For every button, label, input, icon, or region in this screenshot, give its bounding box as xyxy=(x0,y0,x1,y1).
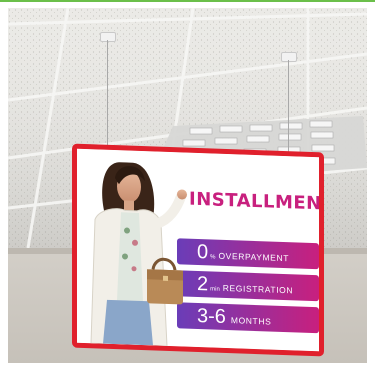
overpayment-unit: % xyxy=(210,254,216,261)
registration-label: REGISTRATION xyxy=(222,282,294,296)
months-row: 3-6 MONTHS xyxy=(197,303,324,334)
overpayment-label: OVERPAYMENT xyxy=(218,250,289,264)
registration-unit: min xyxy=(210,286,220,293)
hanging-wire-right xyxy=(288,60,289,160)
ceiling-mount-left xyxy=(100,32,116,42)
registration-row: 2 min REGISTRATION xyxy=(197,271,324,302)
overpayment-value: 0 xyxy=(197,240,209,264)
overpayment-row: 0 % OVERPAYMENT xyxy=(197,239,324,270)
months-label: MONTHS xyxy=(230,315,272,327)
installment-sign: INSTALLMENT 0 % OVERPAYMENT 2 min REGIST… xyxy=(72,143,324,357)
ceiling-mount-right xyxy=(281,52,297,62)
image-frame: INSTALLMENT 0 % OVERPAYMENT 2 min REGIST… xyxy=(0,0,375,367)
hanging-wire-left xyxy=(107,40,108,152)
store-interior-photo: INSTALLMENT 0 % OVERPAYMENT 2 min REGIST… xyxy=(8,8,367,363)
months-value: 3-6 xyxy=(197,304,226,328)
registration-value: 2 xyxy=(197,272,209,296)
